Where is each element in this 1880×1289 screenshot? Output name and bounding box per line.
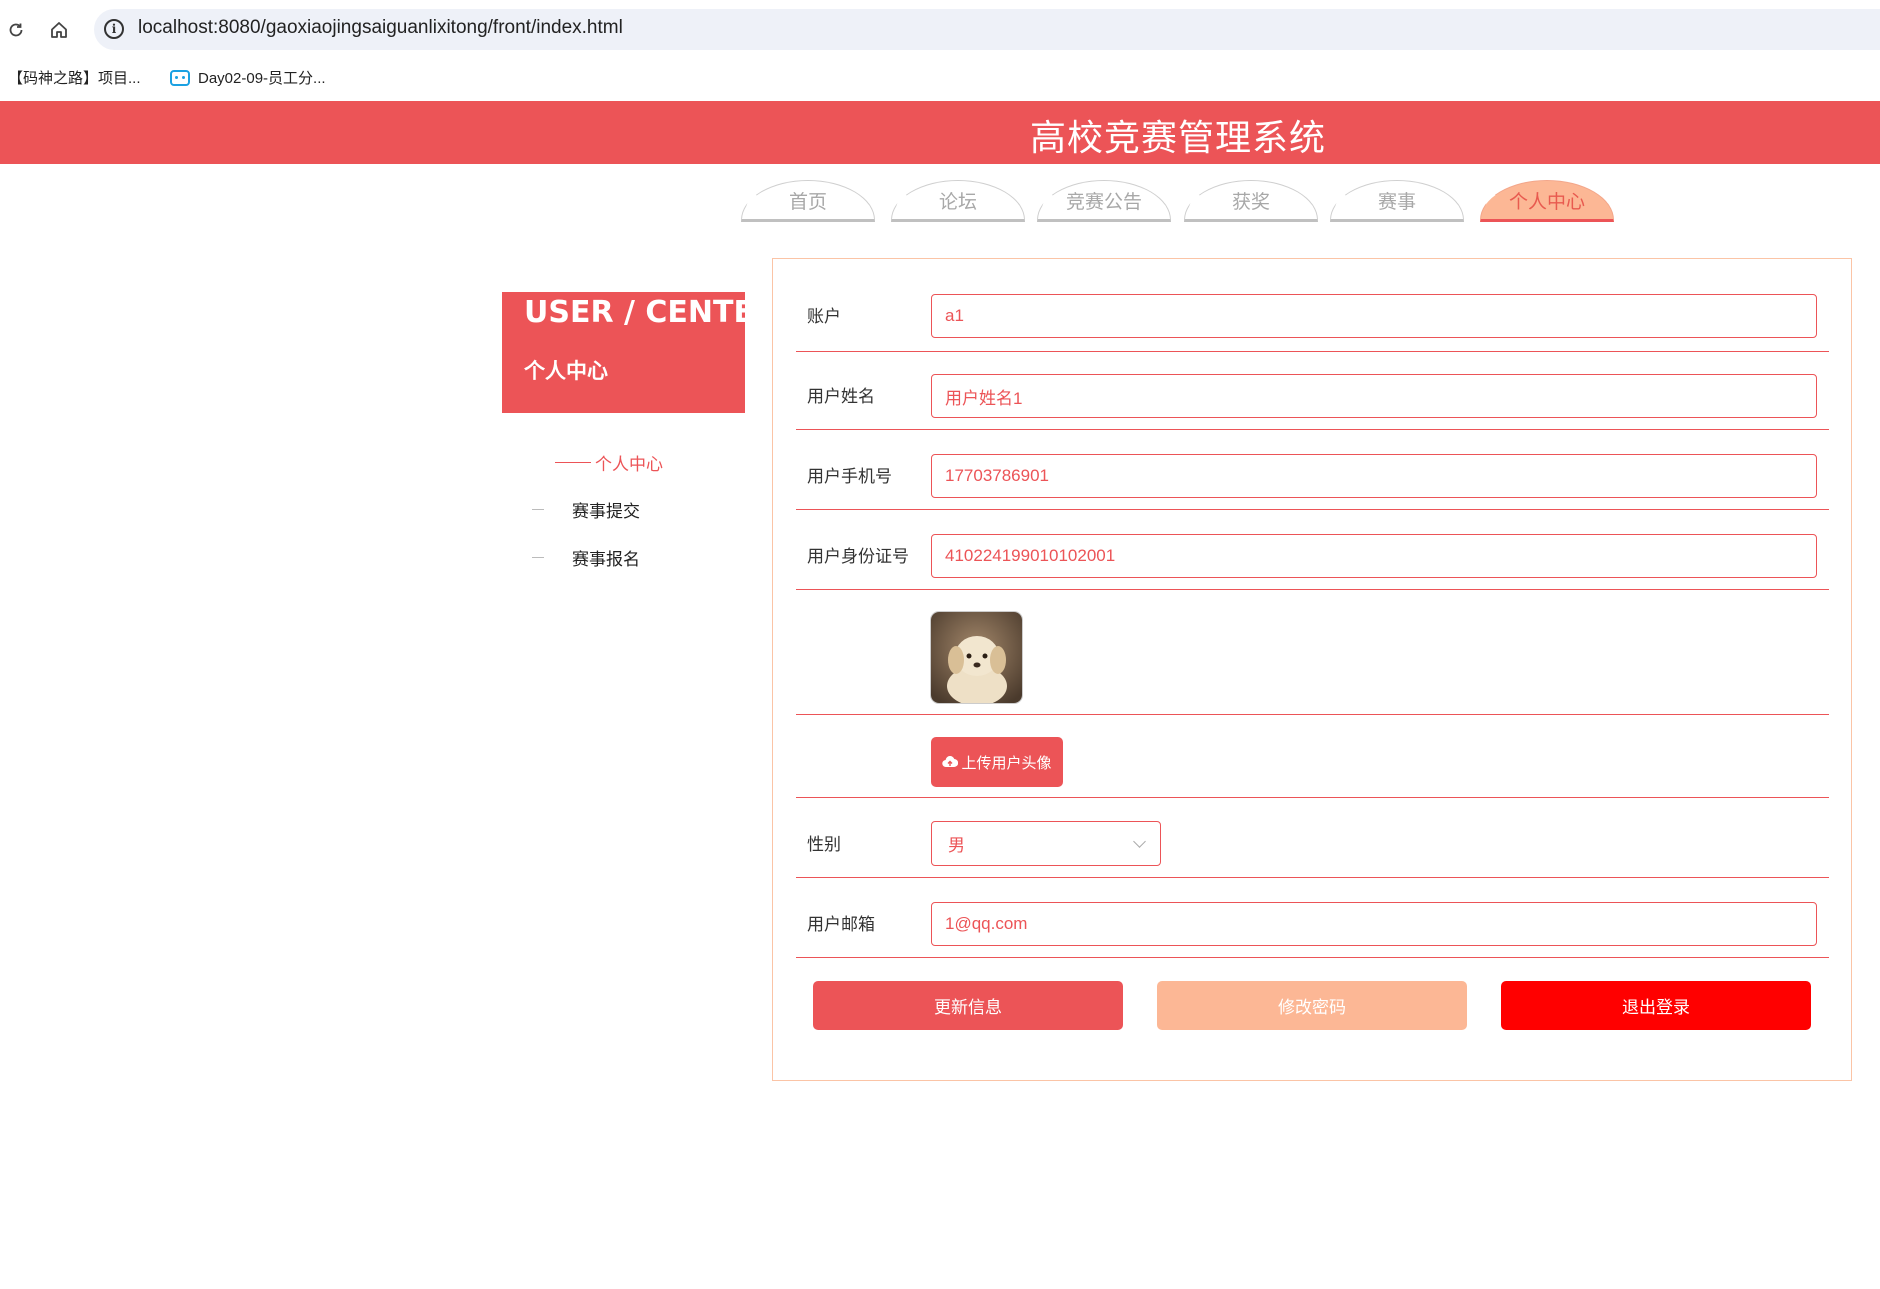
reload-icon[interactable]	[2, 16, 30, 44]
name-field[interactable]: 用户姓名1	[931, 374, 1817, 418]
tab-user-center[interactable]: 个人中心	[1480, 180, 1614, 222]
bookmark-label: 【码神之路】项目...	[8, 70, 141, 87]
upload-avatar-label: 上传用户头像	[961, 753, 1052, 772]
row-divider	[796, 877, 1829, 878]
tab-home[interactable]: 首页	[741, 180, 875, 222]
row-divider	[796, 797, 1829, 798]
user-center-title-cn: 个人中心	[524, 359, 608, 383]
bilibili-icon	[170, 69, 190, 86]
change-password-button[interactable]: 修改密码	[1157, 981, 1467, 1030]
site-header	[0, 101, 1880, 164]
row-divider	[796, 429, 1829, 430]
gender-label: 性别	[807, 835, 841, 855]
menu-dash	[532, 557, 544, 558]
name-label: 用户姓名	[807, 387, 875, 407]
row-divider	[796, 589, 1829, 590]
phone-label: 用户手机号	[807, 467, 892, 487]
upload-avatar-button[interactable]: 上传用户头像	[931, 737, 1063, 787]
cloud-upload-icon	[942, 756, 959, 768]
logout-button[interactable]: 退出登录	[1501, 981, 1811, 1030]
tab-awards[interactable]: 获奖	[1184, 180, 1318, 222]
bookmark-item[interactable]: Day02-09-员工分...	[170, 67, 326, 88]
sidebar-item-label: 赛事报名	[572, 550, 640, 570]
account-field[interactable]: a1	[931, 294, 1817, 338]
site-title: 高校竞赛管理系统	[1030, 118, 1327, 159]
bookmark-item[interactable]: 【码神之路】项目...	[8, 67, 141, 88]
gender-value: 男	[948, 836, 965, 856]
id-card-field[interactable]: 410224199010102001	[931, 534, 1817, 578]
home-icon[interactable]	[45, 16, 73, 44]
user-avatar	[931, 612, 1022, 703]
menu-dash	[532, 509, 544, 510]
row-divider	[796, 509, 1829, 510]
sidebar-item-competition-submit[interactable]: 赛事提交	[532, 497, 640, 522]
email-field[interactable]: 1@qq.com	[931, 902, 1817, 946]
gender-select[interactable]: 男	[931, 821, 1161, 866]
sidebar-item-user-center[interactable]: 个人中心	[555, 450, 663, 475]
update-info-button[interactable]: 更新信息	[813, 981, 1123, 1030]
bookmark-label: Day02-09-员工分...	[198, 70, 326, 87]
sidebar-item-label: 个人中心	[595, 455, 663, 475]
phone-field[interactable]: 17703786901	[931, 454, 1817, 498]
chevron-down-icon	[1133, 835, 1146, 848]
sidebar-item-label: 赛事提交	[572, 502, 640, 522]
row-divider	[796, 714, 1829, 715]
email-label: 用户邮箱	[807, 915, 875, 935]
row-divider	[796, 351, 1829, 352]
tab-announcements[interactable]: 竞赛公告	[1037, 180, 1171, 222]
site-info-icon[interactable]: i	[104, 19, 124, 39]
url-text[interactable]: localhost:8080/gaoxiaojingsaiguanlixiton…	[138, 17, 623, 39]
sidebar-item-competition-signup[interactable]: 赛事报名	[532, 545, 640, 570]
menu-dash	[555, 462, 591, 463]
row-divider	[796, 957, 1829, 958]
tab-forum[interactable]: 论坛	[891, 180, 1025, 222]
user-center-title-en: USER / CENTER	[524, 295, 778, 330]
account-label: 账户	[807, 307, 841, 327]
id-card-label: 用户身份证号	[807, 547, 909, 567]
tab-competitions[interactable]: 赛事	[1330, 180, 1464, 222]
